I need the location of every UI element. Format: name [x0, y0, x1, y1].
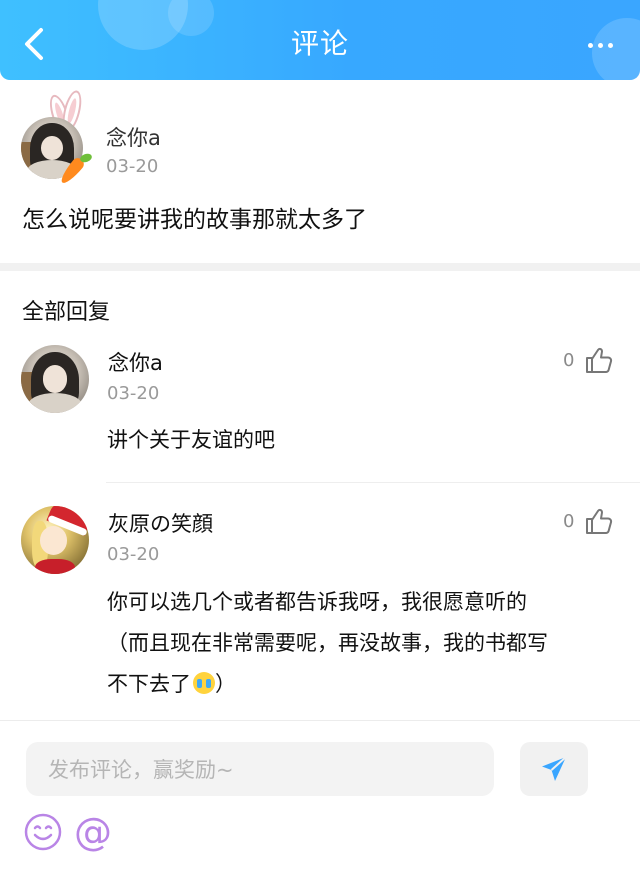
mention-button[interactable]: @	[72, 810, 114, 854]
avatar[interactable]	[21, 506, 89, 574]
comment-date: 03-20	[106, 156, 159, 177]
comment-composer: 发布评论，赢奖励~ @	[0, 720, 640, 875]
reply-separator	[106, 482, 640, 483]
smiley-icon	[24, 813, 62, 851]
replies-section-title: 全部回复	[22, 300, 111, 325]
thumbs-up-icon	[586, 347, 613, 373]
like-button[interactable]: 0	[563, 506, 614, 536]
page-title: 评论	[290, 27, 349, 60]
reply-text-segment: 不下去了	[107, 672, 191, 696]
section-divider	[0, 263, 640, 271]
reply-text: 讲个关于友谊的吧	[107, 428, 275, 452]
reply-text-line: 你可以选几个或者都告诉我呀，我很愿意听的	[107, 590, 527, 614]
reply-text-line: （而且现在非常需要呢，再没故事，我的书都写	[107, 631, 548, 655]
reply-text-segment: ）	[215, 672, 236, 696]
comment-input[interactable]: 发布评论，赢奖励~	[26, 742, 494, 796]
comment-text: 怎么说呢要讲我的故事那就太多了	[22, 207, 367, 233]
top-bar: 评论	[0, 0, 640, 80]
reply-author[interactable]: 灰原の笑顔	[108, 508, 213, 538]
more-button[interactable]	[580, 30, 620, 60]
more-dot	[607, 42, 613, 48]
thumbs-up-icon	[586, 508, 613, 534]
paper-plane-icon	[542, 756, 567, 781]
like-button[interactable]: 0	[563, 345, 614, 375]
comment-input-placeholder: 发布评论，赢奖励~	[48, 758, 234, 782]
send-button[interactable]	[520, 742, 588, 796]
crying-emoji-icon	[193, 672, 215, 694]
reply-text-line: 不下去了 ）	[107, 664, 627, 705]
like-count: 0	[563, 349, 575, 371]
comment-author[interactable]: 念你a	[106, 122, 161, 152]
reply-author[interactable]: 念你a	[108, 347, 163, 377]
reply-text: 你可以选几个或者都告诉我呀，我很愿意听的 （而且现在非常需要呢，再没故事，我的书…	[107, 582, 627, 705]
more-dots-icon	[587, 42, 593, 48]
reply-date: 03-20	[107, 383, 160, 404]
emoji-button[interactable]	[22, 811, 64, 853]
like-count: 0	[563, 510, 575, 532]
reply-date: 03-20	[107, 544, 160, 565]
more-dot	[597, 42, 603, 48]
avatar[interactable]	[21, 345, 89, 413]
